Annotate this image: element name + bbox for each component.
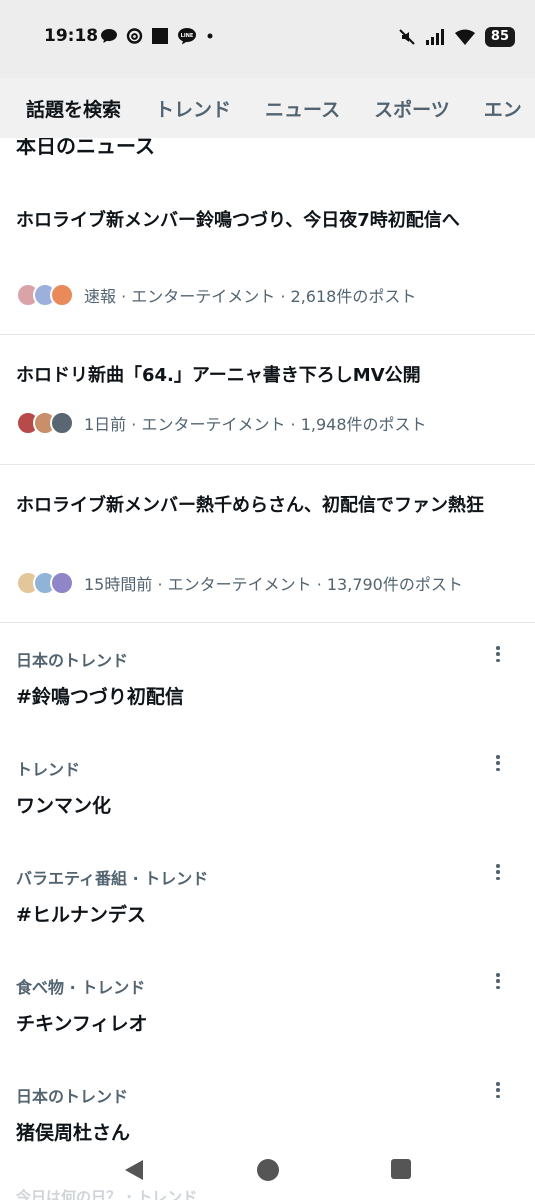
battery-icon: 85 (484, 27, 515, 47)
black-square-icon (152, 28, 168, 44)
wifi-icon (454, 29, 475, 45)
tab-news[interactable]: ニュース (265, 95, 340, 122)
back-icon[interactable] (123, 1158, 145, 1182)
trend-item[interactable]: トレンド ワンマン化 (0, 755, 535, 865)
news-item[interactable]: ホロライブ新メンバー熱千めらさん、初配信でファン熱狂 15時間前 · エンターテ… (0, 465, 535, 623)
system-nav-bar: 今日は何の日？ · トレンド (0, 1146, 535, 1200)
news-headline: ホロライブ新メンバー鈴鳴つづり、今日夜7時初配信へ (16, 210, 460, 231)
news-meta: 15時間前 · エンターテイメント · 13,790件のポスト (84, 575, 463, 594)
chat-bubble-icon (101, 29, 117, 43)
tab-trends[interactable]: トレンド (155, 95, 231, 122)
threads-icon (126, 28, 143, 44)
tab-search-topics[interactable]: 話題を検索 (26, 95, 121, 122)
section-title: 本日のニュース (16, 138, 155, 158)
news-meta-row: 15時間前 · エンターテイメント · 13,790件のポスト (16, 571, 463, 595)
trend-item[interactable]: 日本のトレンド 猪俣周杜さん (0, 1082, 535, 1146)
more-options-icon[interactable] (491, 752, 505, 774)
trend-item[interactable]: 食べ物 · トレンド チキンフィレオ (0, 973, 535, 1083)
trend-category: トレンド (16, 760, 81, 779)
recents-icon[interactable] (390, 1158, 412, 1180)
trend-item[interactable]: 日本のトレンド #鈴鳴つづり初配信 (0, 646, 535, 756)
more-options-icon[interactable] (491, 1079, 505, 1101)
notification-icons: LINE (100, 27, 215, 45)
more-options-icon[interactable] (491, 861, 505, 883)
tab-sports[interactable]: スポーツ (374, 95, 450, 122)
explore-feed[interactable]: 本日のニュース ホロライブ新メンバー鈴鳴つづり、今日夜7時初配信へ 速報 · エ… (0, 138, 535, 1146)
news-meta-row: 速報 · エンターテイメント · 2,618件のポスト (16, 283, 416, 307)
trend-category: 日本のトレンド (16, 1087, 129, 1106)
dot-icon (207, 33, 213, 39)
trend-category: 食べ物 · トレンド (16, 978, 146, 997)
avatar-group (16, 283, 74, 307)
peek-trend-text: 今日は何の日？ · トレンド (16, 1188, 198, 1200)
trend-name: チキンフィレオ (16, 1013, 148, 1035)
signal-icon (425, 29, 444, 45)
trend-name: #鈴鳴つづり初配信 (16, 686, 184, 708)
avatar (50, 411, 74, 435)
home-icon[interactable] (256, 1158, 280, 1182)
tab-entertainment[interactable]: エン (484, 95, 522, 122)
system-icons: 85 (398, 27, 515, 47)
news-meta-row: 1日前 · エンターテイメント · 1,948件のポスト (16, 411, 427, 435)
news-headline: ホロライブ新メンバー熱千めらさん、初配信でファン熱狂 (16, 495, 484, 516)
status-bar: 19:18 LINE 85 (0, 0, 535, 78)
news-meta: 速報 · エンターテイメント · 2,618件のポスト (84, 287, 417, 306)
line-app-icon: LINE (178, 28, 196, 45)
avatar (50, 283, 74, 307)
trend-name: ワンマン化 (16, 795, 112, 817)
news-headline: ホロドリ新曲「64.」アーニャ書き下ろしMV公開 (16, 365, 421, 386)
status-time: 19:18 (44, 26, 99, 46)
more-options-icon[interactable] (491, 643, 505, 665)
more-options-icon[interactable] (491, 970, 505, 992)
news-item[interactable]: ホロライブ新メンバー鈴鳴つづり、今日夜7時初配信へ 速報 · エンターテイメント… (0, 186, 535, 335)
mute-icon (399, 29, 415, 45)
trend-category: バラエティ番組 · トレンド (16, 869, 209, 888)
trend-name: #ヒルナンデス (16, 904, 146, 926)
line-app-label: LINE (181, 33, 194, 39)
avatar (50, 571, 74, 595)
avatar-group (16, 411, 74, 435)
trend-name: 猪俣周杜さん (16, 1122, 131, 1144)
news-meta: 1日前 · エンターテイメント · 1,948件のポスト (84, 415, 427, 434)
explore-tabs: 話題を検索 トレンド ニュース スポーツ エン (0, 78, 535, 138)
trend-category: 日本のトレンド (16, 651, 129, 670)
avatar-group (16, 571, 74, 595)
trend-item[interactable]: バラエティ番組 · トレンド #ヒルナンデス (0, 864, 535, 974)
news-item[interactable]: ホロドリ新曲「64.」アーニャ書き下ろしMV公開 1日前 · エンターテイメント… (0, 335, 535, 465)
